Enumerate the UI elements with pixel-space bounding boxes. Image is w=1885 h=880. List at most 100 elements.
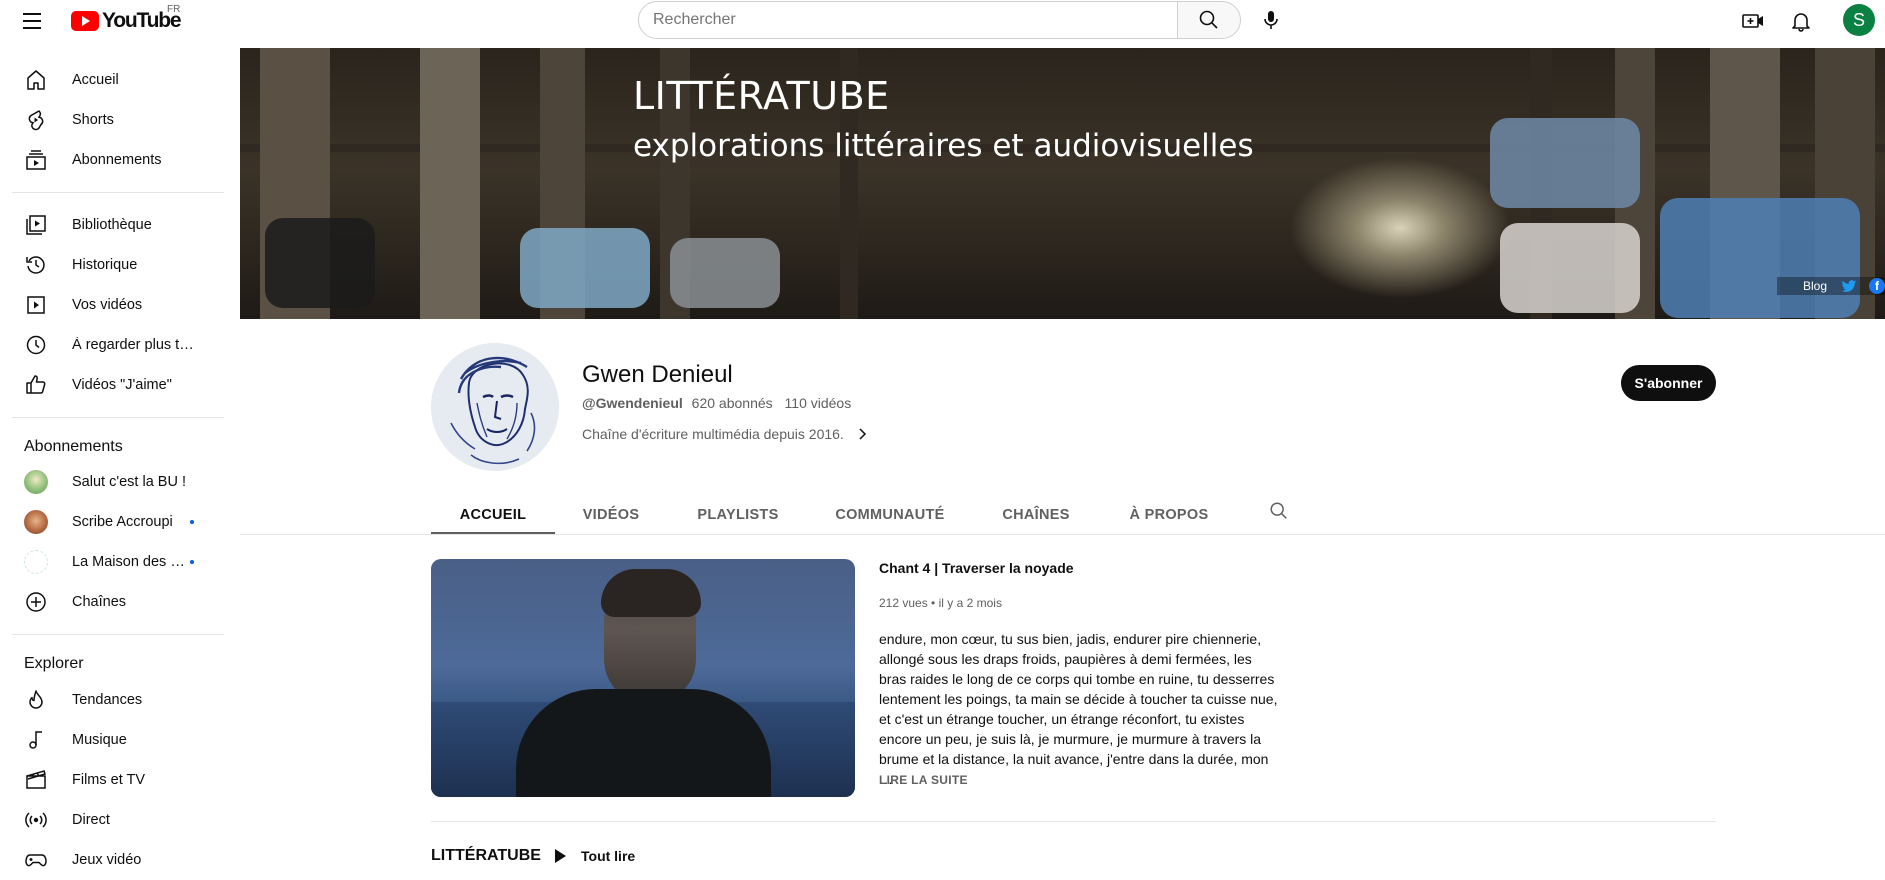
account-avatar[interactable]: S bbox=[1843, 4, 1875, 36]
tab-playlists[interactable]: PLAYLISTS bbox=[682, 503, 794, 543]
trending-icon bbox=[29, 690, 43, 709]
sidebar-item-tendances[interactable]: Tendances bbox=[12, 680, 222, 720]
youtube-logo[interactable]: YouTube bbox=[71, 9, 182, 33]
sidebar-item-label: Bibliothèque bbox=[72, 217, 152, 233]
sidebar-item-label: Abonnements bbox=[72, 152, 162, 168]
sidebar-item-jeux-video[interactable]: Jeux vidéo bbox=[12, 840, 222, 880]
featured-video-meta: 212 vues • il y a 2 mois bbox=[879, 596, 1002, 610]
view-count: 212 vues bbox=[879, 596, 928, 610]
sidebar-item-label: Scribe Accroupi bbox=[72, 514, 173, 530]
sidebar-item-vos-videos[interactable]: Vos vidéos bbox=[12, 285, 222, 325]
thumbnail-person-hair bbox=[601, 569, 701, 617]
sidebar-subscription-maison-metiers-livre[interactable]: La Maison des Métiers du Livre bbox=[12, 542, 222, 582]
tab-chaines[interactable]: CHAÎNES bbox=[990, 503, 1082, 543]
banner-links: Blog f bbox=[1776, 277, 1885, 295]
sidebar-item-label: Musique bbox=[72, 732, 127, 748]
your-videos-icon bbox=[27, 296, 45, 314]
channel-handle: @Gwendenieul bbox=[582, 395, 683, 411]
featured-video-title[interactable]: Chant 4 | Traverser la noyade bbox=[879, 560, 1074, 576]
channel-description-link[interactable]: Chaîne d'écriture multimédia depuis 2016… bbox=[582, 426, 870, 442]
history-icon bbox=[26, 256, 45, 274]
home-icon bbox=[27, 70, 45, 90]
read-more-link[interactable]: LIRE LA SUITE bbox=[879, 773, 968, 787]
sidebar-divider bbox=[12, 634, 224, 635]
sidebar-item-films-tv[interactable]: Films et TV bbox=[12, 760, 222, 800]
sidebar-item-label: Jeux vidéo bbox=[72, 852, 142, 868]
channel-avatar bbox=[24, 470, 48, 494]
sidebar-item-label: La Maison des Métiers du Livre bbox=[72, 554, 196, 570]
sidebar-item-label: Films et TV bbox=[72, 772, 146, 788]
upload-age: il y a 2 mois bbox=[938, 596, 1002, 610]
tab-accueil[interactable]: ACCUEIL bbox=[431, 503, 555, 543]
sidebar-item-watch-later[interactable]: À regarder plus tard bbox=[12, 325, 222, 365]
play-all-button[interactable]: Tout lire bbox=[551, 845, 635, 867]
channel-portrait-image bbox=[431, 343, 559, 471]
sidebar-item-bibliotheque[interactable]: Bibliothèque bbox=[12, 205, 222, 245]
watch-later-icon bbox=[26, 335, 46, 355]
sidebar-item-label: Accueil bbox=[72, 72, 119, 88]
sidebar-item-musique[interactable]: Musique bbox=[12, 720, 222, 760]
shorts-icon bbox=[28, 110, 44, 131]
sidebar-item-label: Salut c'est la BU ! bbox=[72, 474, 186, 490]
tab-a-propos[interactable]: À PROPOS bbox=[1117, 503, 1221, 543]
add-channel-icon bbox=[26, 592, 46, 612]
live-icon bbox=[25, 812, 47, 828]
play-all-label: Tout lire bbox=[581, 848, 636, 864]
sidebar-subscription-salut-bu[interactable]: Salut c'est la BU ! bbox=[12, 462, 222, 502]
thumbnail-person-body bbox=[516, 689, 771, 797]
search-button[interactable] bbox=[1177, 1, 1241, 39]
search-box bbox=[638, 1, 1178, 39]
sidebar-item-historique[interactable]: Historique bbox=[12, 245, 222, 285]
sidebar-item-label: Tendances bbox=[72, 692, 143, 708]
sidebar: Accueil Shorts Abonnements Bibliothèque … bbox=[0, 48, 228, 880]
play-icon bbox=[555, 849, 566, 863]
banner-link-blog[interactable]: Blog bbox=[1803, 279, 1827, 293]
top-bar: YouTube FR S bbox=[0, 0, 1885, 48]
movies-icon bbox=[26, 770, 46, 789]
channel-banner: LITTÉRATUBE explorations littéraires et … bbox=[240, 48, 1885, 319]
sidebar-item-label: Direct bbox=[72, 812, 110, 828]
country-code: FR bbox=[167, 4, 181, 15]
sidebar-item-shorts[interactable]: Shorts bbox=[12, 100, 222, 140]
sidebar-subscription-scribe-accroupi[interactable]: Scribe Accroupi bbox=[12, 502, 222, 542]
microphone-icon bbox=[1264, 11, 1278, 29]
shelf-title[interactable]: LITTÉRATUBE bbox=[431, 847, 541, 865]
tab-communaute[interactable]: COMMUNAUTÉ bbox=[823, 503, 957, 543]
tabs-divider bbox=[240, 534, 1885, 535]
subscriptions-icon bbox=[26, 150, 46, 170]
sidebar-item-liked-videos[interactable]: Vidéos "J'aime" bbox=[12, 365, 222, 405]
featured-video-thumbnail[interactable] bbox=[431, 559, 855, 797]
explore-heading: Explorer bbox=[24, 655, 84, 672]
search-input[interactable] bbox=[639, 2, 1153, 38]
featured-video-description: endure, mon cœur, tu sus bien, jadis, en… bbox=[879, 631, 1278, 787]
youtube-play-icon bbox=[71, 11, 99, 31]
gaming-icon bbox=[25, 854, 47, 867]
sidebar-item-abonnements[interactable]: Abonnements bbox=[12, 140, 222, 180]
banner-subtitle: explorations littéraires et audiovisuell… bbox=[633, 128, 1254, 164]
sidebar-item-accueil[interactable]: Accueil bbox=[12, 60, 222, 100]
video-count: 110 vidéos bbox=[784, 395, 852, 411]
tab-videos[interactable]: VIDÉOS bbox=[569, 503, 653, 543]
voice-search-button[interactable] bbox=[1255, 4, 1287, 36]
liked-videos-icon bbox=[26, 375, 46, 394]
subscriber-count: 620 abonnés bbox=[691, 395, 773, 411]
sidebar-item-direct[interactable]: Direct bbox=[12, 800, 222, 840]
banner-title: LITTÉRATUBE bbox=[633, 74, 890, 118]
sidebar-item-label: Vidéos "J'aime" bbox=[72, 377, 172, 393]
notifications-bell-icon[interactable] bbox=[1789, 9, 1813, 33]
sidebar-item-label: Shorts bbox=[72, 112, 114, 128]
sidebar-item-chaines[interactable]: Chaînes bbox=[12, 582, 222, 622]
facebook-icon[interactable]: f bbox=[1869, 278, 1885, 294]
sidebar-divider bbox=[12, 192, 224, 193]
new-content-dot bbox=[190, 560, 194, 564]
twitter-icon[interactable] bbox=[1841, 279, 1857, 293]
create-video-icon[interactable] bbox=[1741, 9, 1765, 33]
menu-icon[interactable] bbox=[21, 10, 49, 32]
sidebar-item-label: Chaînes bbox=[72, 594, 127, 610]
channel-meta: @Gwendenieul 620 abonnés 110 vidéos bbox=[582, 395, 851, 411]
library-icon bbox=[26, 215, 46, 235]
subscribe-button[interactable]: S'abonner bbox=[1621, 365, 1716, 401]
channel-search-icon[interactable] bbox=[1268, 500, 1290, 522]
sidebar-item-label: À regarder plus tard bbox=[72, 337, 196, 353]
section-divider bbox=[431, 821, 1716, 822]
